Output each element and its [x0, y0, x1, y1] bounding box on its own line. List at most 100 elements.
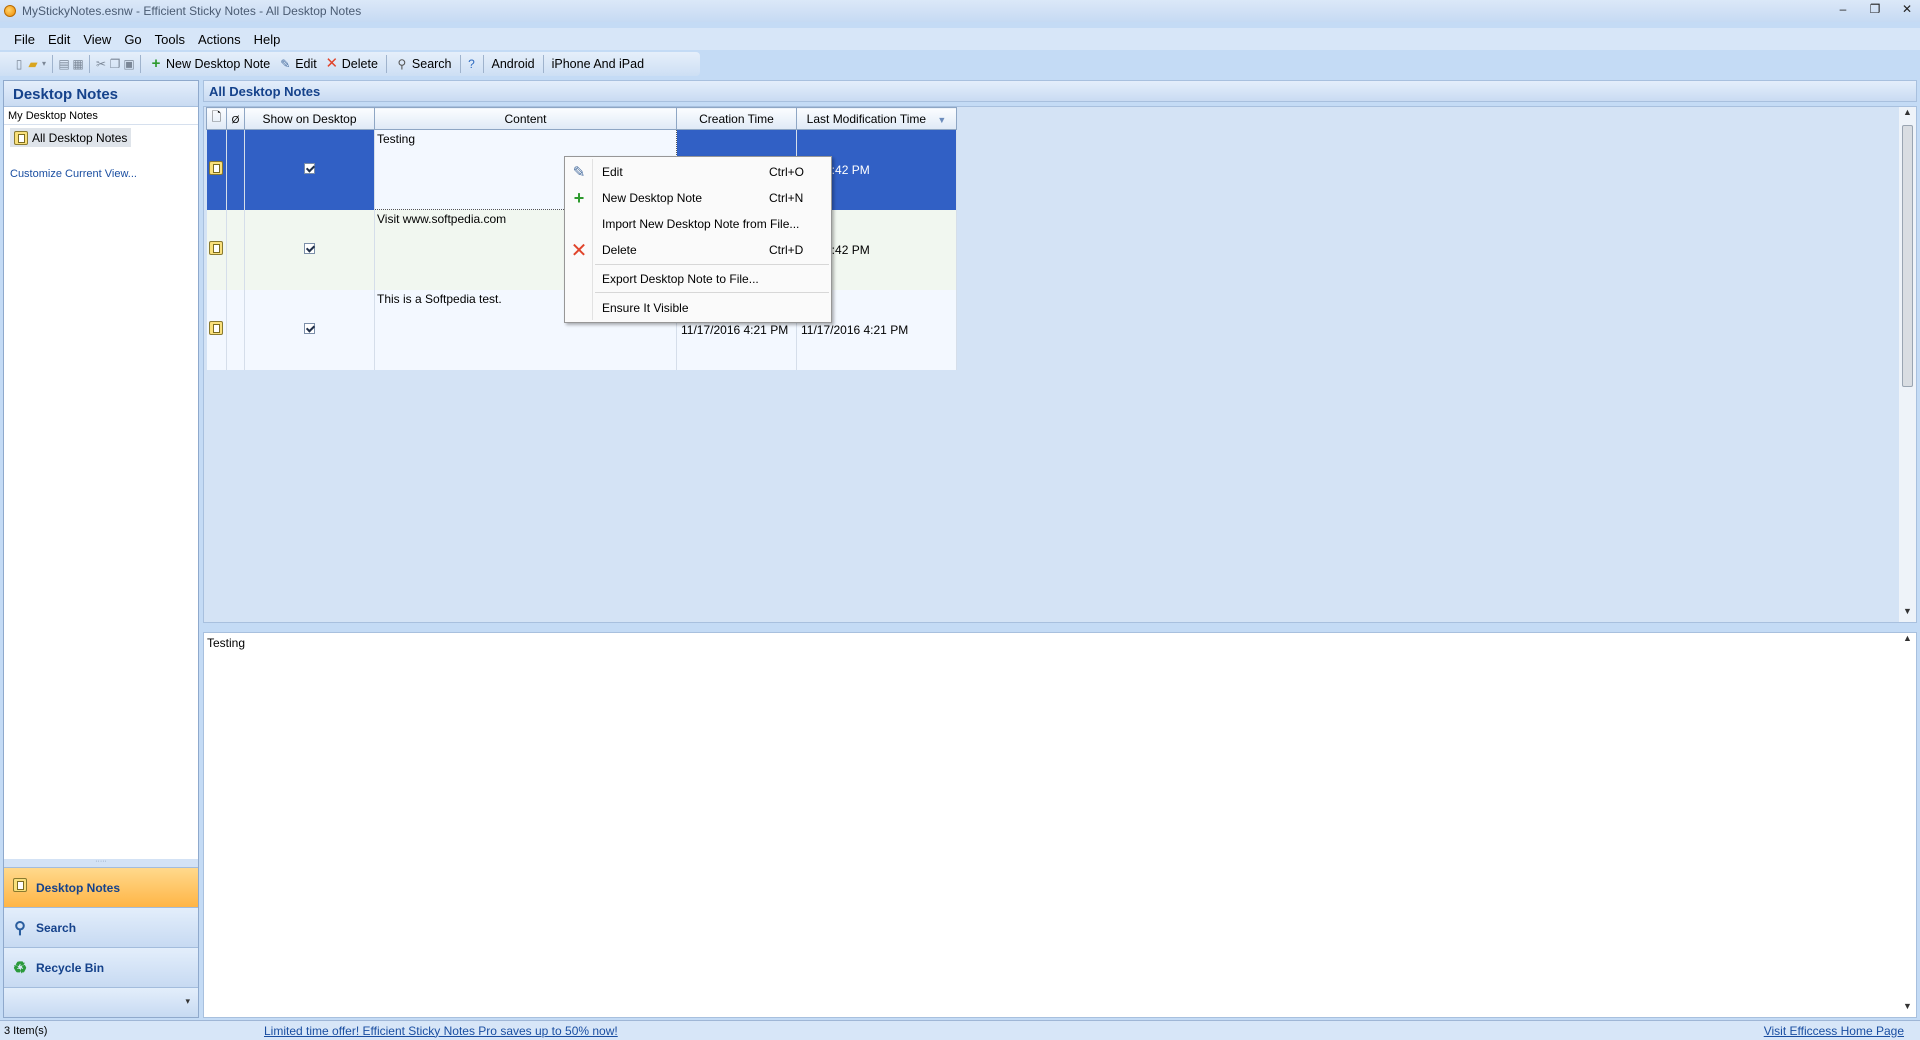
customize-view-link[interactable]: Customize Current View...	[10, 168, 198, 180]
menu-edit[interactable]: Edit	[48, 32, 70, 47]
context-menu-new-desktop-note[interactable]: + New Desktop Note Ctrl+N	[565, 187, 831, 209]
sticky-note-icon	[14, 130, 28, 145]
splitter-grip[interactable]: ·····	[4, 858, 198, 867]
scrollbar-thumb[interactable]	[1902, 125, 1913, 387]
navigation-pane: Desktop Notes My Desktop Notes All Deskt…	[3, 80, 199, 1018]
context-menu-edit[interactable]: ✎ Edit Ctrl+O	[565, 161, 831, 183]
scroll-down-icon[interactable]: ▼	[1899, 1001, 1916, 1017]
menu-actions[interactable]: Actions	[198, 32, 241, 47]
scroll-down-icon[interactable]: ▼	[1899, 606, 1916, 622]
preview-vertical-scrollbar[interactable]: ▲ ▼	[1899, 633, 1916, 1017]
chevron-down-icon[interactable]: ▾	[185, 996, 190, 1007]
nav-search-button[interactable]: ⚲ Search	[4, 907, 198, 947]
print-icon[interactable]: ▤	[57, 57, 71, 71]
cut-icon[interactable]: ✂	[94, 57, 108, 71]
nav-recycle-bin-button[interactable]: ♻ Recycle Bin	[4, 947, 198, 987]
context-menu-import[interactable]: Import New Desktop Note from File...	[565, 213, 831, 235]
recycle-icon: ♻	[12, 959, 28, 977]
attachment-cell	[226, 289, 245, 370]
print-preview-icon[interactable]: ▦	[71, 57, 85, 71]
nav-desktop-notes-button[interactable]: Desktop Notes	[4, 867, 198, 907]
pencil-icon: ✎	[572, 164, 586, 181]
view-title: All Desktop Notes	[203, 80, 1917, 102]
scroll-up-icon[interactable]: ▲	[1899, 633, 1916, 649]
show-on-desktop-cell	[244, 209, 375, 290]
help-icon[interactable]: ?	[465, 57, 479, 71]
close-button[interactable]: ✕	[1900, 2, 1914, 16]
menu-view[interactable]: View	[83, 32, 111, 47]
search-button[interactable]: ⚲ Search	[391, 53, 456, 75]
toolbar-separator	[385, 55, 387, 73]
show-on-desktop-checkbox[interactable]	[304, 242, 315, 254]
column-header-creation-time[interactable]: Creation Time	[676, 107, 797, 130]
context-menu-export[interactable]: Export Desktop Note to File...	[565, 268, 831, 290]
edit-button[interactable]: ✎ Edit	[274, 53, 321, 75]
show-on-desktop-cell	[244, 289, 375, 370]
paste-icon[interactable]: ▣	[122, 57, 136, 71]
scroll-up-icon[interactable]: ▲	[1899, 107, 1916, 123]
edit-label: Edit	[295, 57, 317, 71]
sticky-note-icon	[209, 241, 224, 255]
folder-group-label: My Desktop Notes	[4, 107, 198, 125]
column-header-content[interactable]: Content	[374, 107, 677, 130]
minimize-button[interactable]: –	[1836, 2, 1850, 16]
open-folder-icon[interactable]: ▰	[26, 57, 40, 71]
status-bar: 3 Item(s) Limited time offer! Efficient …	[0, 1020, 1920, 1040]
promo-link[interactable]: Limited time offer! Efficient Sticky Not…	[264, 1024, 618, 1038]
pencil-icon: ✎	[280, 57, 291, 71]
main-area: All Desktop Notes 🗋 Ø Show on Desktop Co…	[203, 80, 1917, 1018]
show-on-desktop-checkbox[interactable]	[304, 322, 315, 334]
note-type-cell	[206, 129, 227, 210]
nav-overflow-bar[interactable]: ▾	[4, 987, 198, 1017]
toolbar-separator	[52, 55, 53, 73]
navigation-pane-title: Desktop Notes	[4, 81, 198, 107]
maximize-button[interactable]: ❐	[1868, 2, 1882, 16]
delete-button[interactable]: ✕ Delete	[321, 53, 382, 75]
menu-bar: File Edit View Go Tools Actions Help	[0, 28, 1920, 50]
menu-separator	[595, 292, 829, 293]
folder-item-all-desktop-notes[interactable]: All Desktop Notes	[10, 128, 132, 147]
iphone-ipad-button[interactable]: iPhone And iPad	[548, 53, 648, 75]
show-on-desktop-checkbox[interactable]	[304, 162, 315, 174]
menu-separator	[595, 264, 829, 265]
iphone-ipad-label: iPhone And iPad	[551, 57, 645, 71]
app-icon	[4, 5, 16, 17]
delete-x-icon: ✕	[325, 55, 339, 72]
column-header-last-modification-time[interactable]: Last Modification Time ▼	[796, 107, 957, 130]
toolbar-separator	[542, 55, 544, 73]
context-menu-edit-shortcut: Ctrl+O	[769, 165, 805, 179]
new-file-icon[interactable]: ▯	[12, 57, 26, 71]
column-header-show-on-desktop[interactable]: Show on Desktop	[244, 107, 375, 130]
menu-help[interactable]: Help	[254, 32, 281, 47]
menu-go[interactable]: Go	[124, 32, 141, 47]
new-desktop-note-button[interactable]: + New Desktop Note	[145, 53, 274, 75]
nav-desktop-notes-label: Desktop Notes	[36, 880, 121, 895]
folder-item-label: All Desktop Notes	[32, 130, 128, 145]
title-bar: MyStickyNotes.esnw - Efficient Sticky No…	[0, 0, 1920, 22]
menu-tools[interactable]: Tools	[155, 32, 185, 47]
plus-icon: +	[573, 187, 585, 208]
grid-vertical-scrollbar[interactable]: ▲ ▼	[1899, 107, 1916, 622]
sort-descending-icon: ▼	[937, 114, 947, 125]
dropdown-arrow-icon[interactable]: ▾	[40, 57, 48, 71]
android-label: Android	[491, 57, 535, 71]
context-menu-delete[interactable]: ✕ Delete Ctrl+D	[565, 239, 831, 262]
android-button[interactable]: Android	[488, 53, 539, 75]
home-page-link[interactable]: Visit Efficcess Home Page	[1764, 1024, 1904, 1038]
plus-icon: +	[151, 55, 161, 72]
context-menu-new-shortcut: Ctrl+N	[769, 191, 804, 205]
context-menu-ensure-visible[interactable]: Ensure It Visible	[565, 297, 831, 319]
context-menu-delete-label: Delete	[602, 243, 637, 257]
column-header-label: Last Modification Time	[806, 111, 927, 126]
delete-x-icon: ✕	[570, 239, 588, 262]
column-header-attachment[interactable]: Ø	[226, 107, 245, 130]
copy-icon[interactable]: ❐	[108, 57, 122, 71]
nav-recycle-bin-label: Recycle Bin	[36, 960, 105, 975]
note-preview-pane[interactable]: Testing ▲ ▼	[203, 632, 1917, 1018]
context-menu-ensure-visible-label: Ensure It Visible	[602, 301, 689, 315]
item-count: 3 Item(s)	[4, 1024, 48, 1037]
context-menu-import-label: Import New Desktop Note from File...	[602, 217, 800, 231]
column-header-type[interactable]: 🗋	[206, 107, 227, 130]
menu-file[interactable]: File	[14, 32, 35, 47]
new-desktop-note-label: New Desktop Note	[166, 57, 271, 71]
